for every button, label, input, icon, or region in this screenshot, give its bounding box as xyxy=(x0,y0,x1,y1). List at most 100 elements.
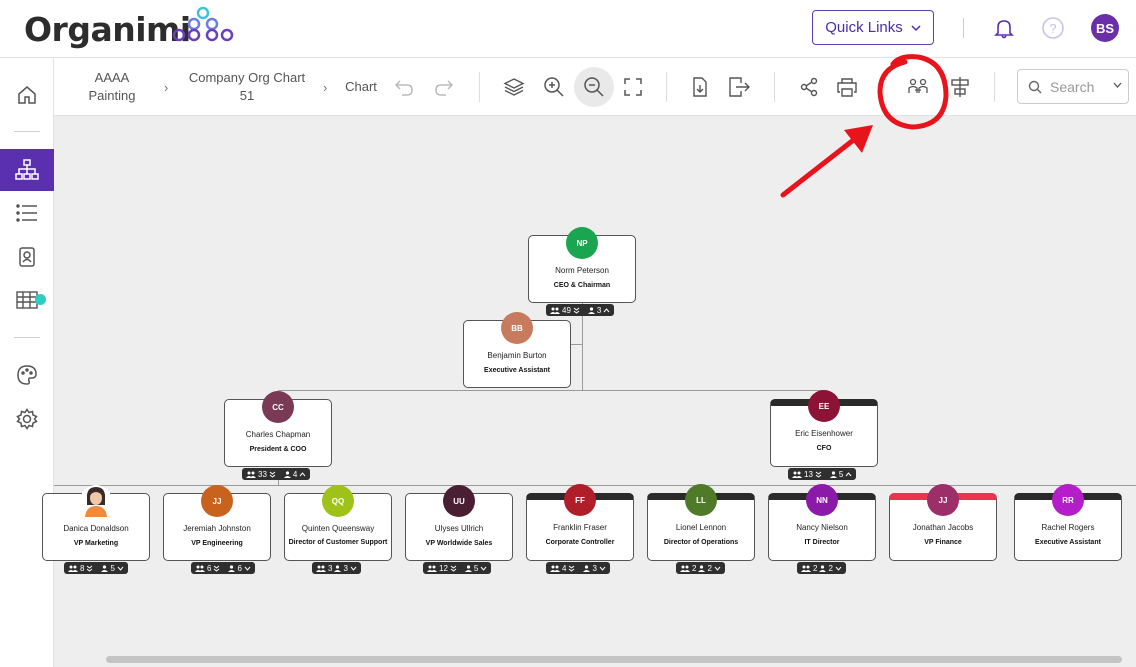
notifications-bell-icon[interactable] xyxy=(993,17,1015,39)
help-button[interactable]: ? xyxy=(1041,16,1065,45)
total-count: 49 xyxy=(562,305,571,315)
person-title: CFO xyxy=(816,445,832,452)
chevron-up-icon xyxy=(299,471,306,476)
reports-counter[interactable]: 3 3 xyxy=(312,562,361,574)
sidebar-item-org-chart[interactable] xyxy=(0,149,54,191)
org-card-ceo[interactable]: NP Norm Peterson CEO & Chairman xyxy=(528,227,636,303)
direct-count: 5 xyxy=(110,563,115,573)
sidebar-item-settings[interactable] xyxy=(0,398,54,440)
org-card-vp-finance[interactable]: JJ Jonathan Jacobs VP Finance xyxy=(889,484,997,561)
caret-down-icon[interactable] xyxy=(1113,82,1122,88)
fit-screen-button[interactable] xyxy=(620,74,646,100)
quick-links-button[interactable]: Quick Links xyxy=(812,10,934,45)
breadcrumb-organization[interactable]: AAAA Painting xyxy=(80,69,144,105)
total-count: 3 xyxy=(328,563,333,573)
avatar: QQ xyxy=(322,485,354,517)
layers-button[interactable] xyxy=(501,74,527,100)
compare-people-button[interactable] xyxy=(905,74,931,100)
reports-counter[interactable]: 4 3 xyxy=(546,562,610,574)
person-title: Executive Assistant xyxy=(1035,539,1101,546)
breadcrumb-chart-name[interactable]: Company Org Chart 51 xyxy=(180,69,314,105)
org-chart-canvas[interactable]: NP Norm Peterson CEO & Chairman 49 3 BB … xyxy=(42,116,1136,667)
org-card-controller[interactable]: FF Franklin Fraser Corporate Controller xyxy=(526,484,634,561)
org-card-vp-engineering[interactable]: JJ Jeremiah Johnston VP Engineering xyxy=(163,485,271,561)
zoom-out-button[interactable] xyxy=(574,67,614,107)
org-card-assistant[interactable]: BB Benjamin Burton Executive Assistant xyxy=(463,312,571,388)
org-card-executive-assistant[interactable]: RR Rachel Rogers Executive Assistant xyxy=(1014,484,1122,561)
expand-all-icon xyxy=(214,565,220,572)
person-icon xyxy=(464,564,472,572)
total-count: 33 xyxy=(258,469,267,479)
reports-counter[interactable]: 2 2 xyxy=(797,562,846,574)
breadcrumb-separator: › xyxy=(323,80,328,95)
undo-icon xyxy=(394,80,413,96)
header-divider xyxy=(963,18,964,38)
reports-counter[interactable]: 49 3 xyxy=(546,304,615,316)
org-card-customer-support[interactable]: QQ Quinten Queensway Director of Custome… xyxy=(284,485,392,561)
align-button[interactable] xyxy=(947,74,973,100)
people-icon xyxy=(316,565,326,572)
sidebar-item-list[interactable] xyxy=(0,192,54,234)
org-card-vp-marketing[interactable]: Danica Donaldson VP Marketing xyxy=(42,485,150,561)
person-title: VP Engineering xyxy=(191,540,243,547)
chevron-up-icon xyxy=(603,307,610,312)
person-icon xyxy=(829,470,837,478)
expand-all-icon xyxy=(573,307,580,314)
quick-links-label: Quick Links xyxy=(825,19,903,36)
horizontal-scrollbar[interactable] xyxy=(106,656,1122,663)
settings-icon xyxy=(16,408,38,430)
logo-mark-icon xyxy=(172,6,234,42)
connector-line xyxy=(571,344,582,345)
undo-button[interactable] xyxy=(391,74,417,100)
reports-counter[interactable]: 13 5 xyxy=(788,468,857,480)
person-name: Danica Donaldson xyxy=(63,524,129,533)
reports-counter[interactable]: 33 4 xyxy=(242,468,311,480)
person-title: Executive Assistant xyxy=(484,367,550,374)
org-card-operations[interactable]: LL Lionel Lennon Director of Operations xyxy=(647,484,755,561)
print-button[interactable] xyxy=(834,74,860,100)
org-card-coo[interactable]: CC Charles Chapman President & COO xyxy=(224,391,332,467)
redo-button[interactable] xyxy=(431,74,457,100)
zoom-in-button[interactable] xyxy=(541,74,567,100)
direct-count: 4 xyxy=(292,469,298,479)
sidebar-item-directory[interactable] xyxy=(0,236,54,278)
org-chart-icon xyxy=(15,159,39,180)
avatar: UU xyxy=(443,485,475,517)
import-icon xyxy=(693,77,707,97)
avatar: NN xyxy=(806,484,838,516)
direct-count: 3 xyxy=(343,563,348,573)
expand-all-icon xyxy=(87,565,93,572)
person-title: Corporate Controller xyxy=(545,539,615,546)
redo-icon xyxy=(435,80,454,96)
directory-icon xyxy=(19,247,35,267)
reports-counter[interactable]: 8 5 xyxy=(64,562,128,574)
people-icon xyxy=(427,565,437,572)
person-icon xyxy=(587,306,595,314)
person-icon xyxy=(819,564,827,572)
search-input[interactable]: Search xyxy=(1017,69,1129,104)
person-name: Norm Peterson xyxy=(555,266,609,275)
reports-counter[interactable]: 2 2 xyxy=(676,562,725,574)
reports-counter[interactable]: 12 5 xyxy=(423,562,492,574)
import-button[interactable] xyxy=(687,74,713,100)
people-icon xyxy=(68,565,78,572)
breadcrumb-separator: › xyxy=(164,80,169,95)
people-icon xyxy=(550,565,560,572)
org-card-worldwide-sales[interactable]: UU Ulyses Ullrich VP Worldwide Sales xyxy=(405,485,513,561)
user-avatar[interactable]: BS xyxy=(1091,14,1119,42)
direct-count: 3 xyxy=(592,563,597,573)
org-card-it-director[interactable]: NN Nancy Nielson IT Director xyxy=(768,484,876,561)
app-logo[interactable]: Organimi xyxy=(24,10,191,49)
reports-counter[interactable]: 6 6 xyxy=(191,562,255,574)
toolbar-divider xyxy=(479,72,480,102)
expand-all-icon xyxy=(569,565,575,572)
share-button[interactable] xyxy=(796,74,822,100)
sidebar-item-home[interactable] xyxy=(0,74,54,116)
sidebar-item-themes[interactable] xyxy=(0,354,54,396)
share-icon xyxy=(800,77,818,97)
total-count: 12 xyxy=(439,563,448,573)
org-card-cfo[interactable]: EE Eric Eisenhower CFO xyxy=(770,390,878,467)
help-icon: ? xyxy=(1042,17,1064,39)
person-title: President & COO xyxy=(249,446,307,453)
export-button[interactable] xyxy=(726,74,752,100)
